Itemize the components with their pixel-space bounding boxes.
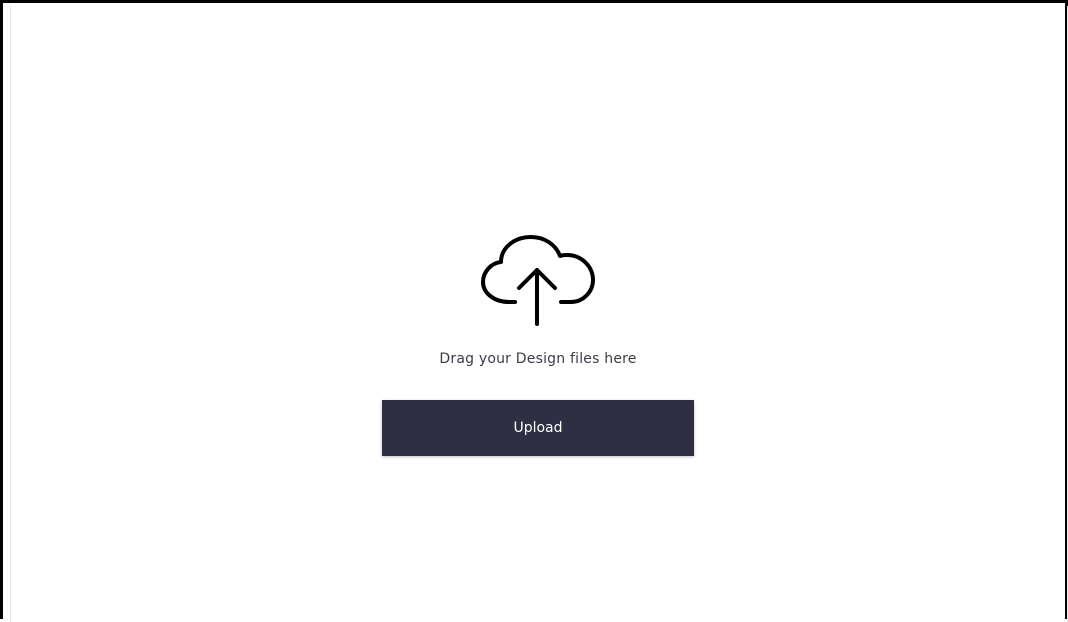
file-dropzone[interactable]: Drag your Design files here Upload [382, 230, 694, 458]
upload-button[interactable]: Upload [382, 400, 694, 456]
cloud-upload-icon [481, 232, 596, 328]
drop-instruction-text: Drag your Design files here [439, 351, 637, 367]
